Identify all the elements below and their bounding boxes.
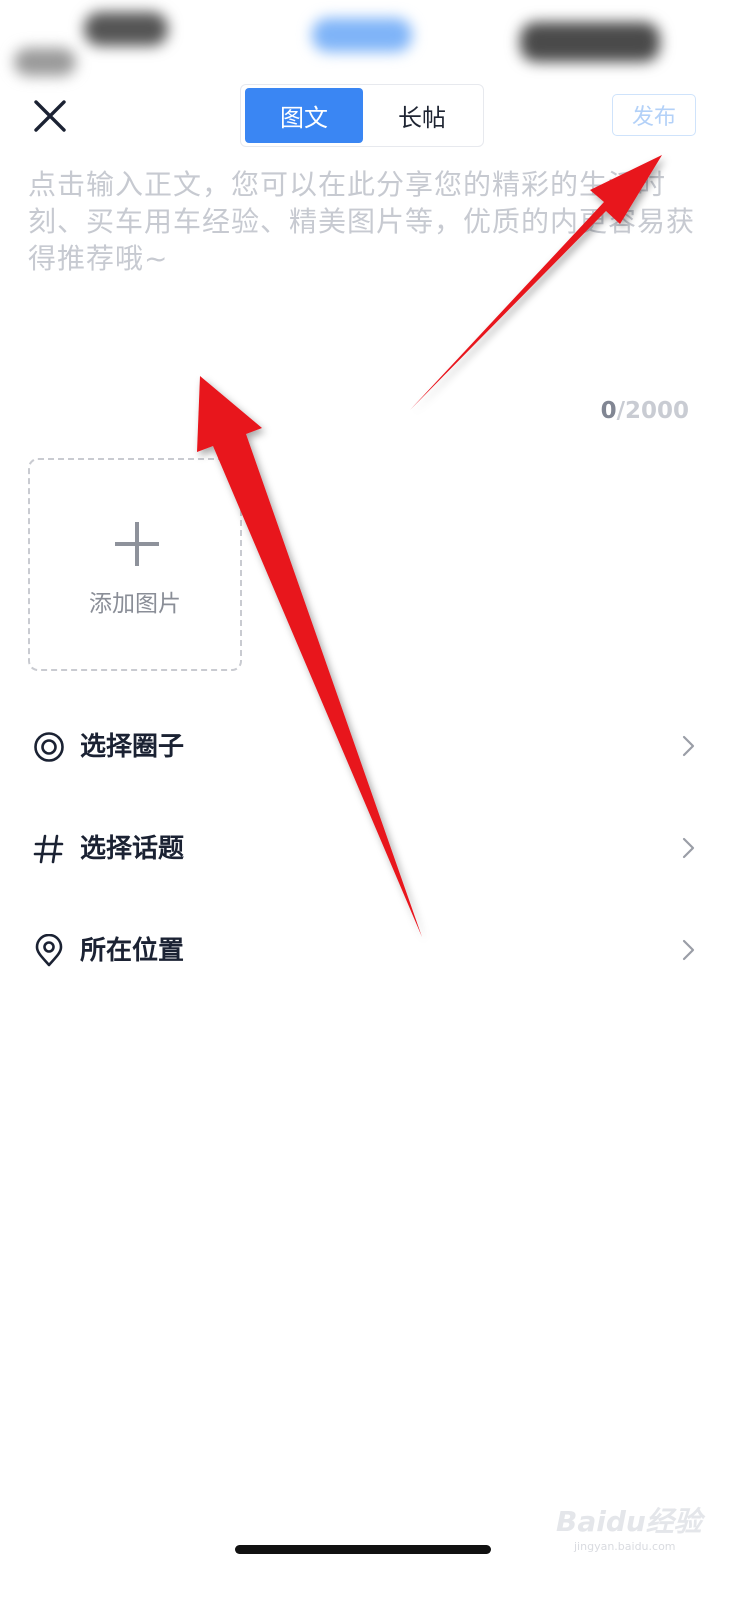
location-row[interactable]: 所在位置 bbox=[0, 910, 739, 990]
char-count-current: 0 bbox=[600, 398, 617, 424]
select-topic-row[interactable]: 选择话题 bbox=[0, 808, 739, 888]
chevron-right-icon bbox=[682, 735, 695, 757]
add-photo-button[interactable]: 添加图片 bbox=[28, 458, 242, 671]
status-bar-blur bbox=[84, 12, 168, 46]
add-photo-label: 添加图片 bbox=[89, 591, 181, 617]
circle-target-icon bbox=[34, 732, 64, 762]
chevron-right-icon bbox=[682, 939, 695, 961]
chevron-right-icon bbox=[682, 837, 695, 859]
publish-button[interactable]: 发布 bbox=[612, 94, 696, 136]
hashtag-icon bbox=[33, 834, 64, 864]
close-icon bbox=[34, 100, 66, 132]
body-text-input[interactable]: 点击输入正文，您可以在此分享您的精彩的生活时刻、买车用车经验、精美图片等，优质的… bbox=[28, 166, 698, 396]
char-count-max: /2000 bbox=[616, 398, 689, 424]
select-topic-label: 选择话题 bbox=[80, 834, 185, 864]
location-pin-icon bbox=[35, 934, 63, 967]
tab-long-post[interactable]: 长帖 bbox=[363, 88, 481, 143]
status-bar-blur bbox=[520, 22, 660, 62]
watermark-logo: Baidu经验 bbox=[556, 1505, 702, 1538]
tab-image-text[interactable]: 图文 bbox=[245, 88, 363, 143]
post-type-toggle: 图文 长帖 bbox=[240, 84, 484, 147]
status-bar-blur bbox=[312, 18, 412, 52]
select-circle-row[interactable]: 选择圈子 bbox=[0, 706, 739, 786]
char-counter: 0/2000 bbox=[601, 398, 689, 424]
location-label: 所在位置 bbox=[80, 936, 185, 966]
plus-icon bbox=[115, 522, 159, 566]
select-circle-label: 选择圈子 bbox=[80, 732, 185, 762]
status-bar-blur bbox=[14, 48, 76, 76]
close-button[interactable] bbox=[30, 96, 70, 136]
home-indicator[interactable] bbox=[235, 1545, 491, 1554]
watermark-url: jingyan.baidu.com bbox=[574, 1540, 676, 1553]
